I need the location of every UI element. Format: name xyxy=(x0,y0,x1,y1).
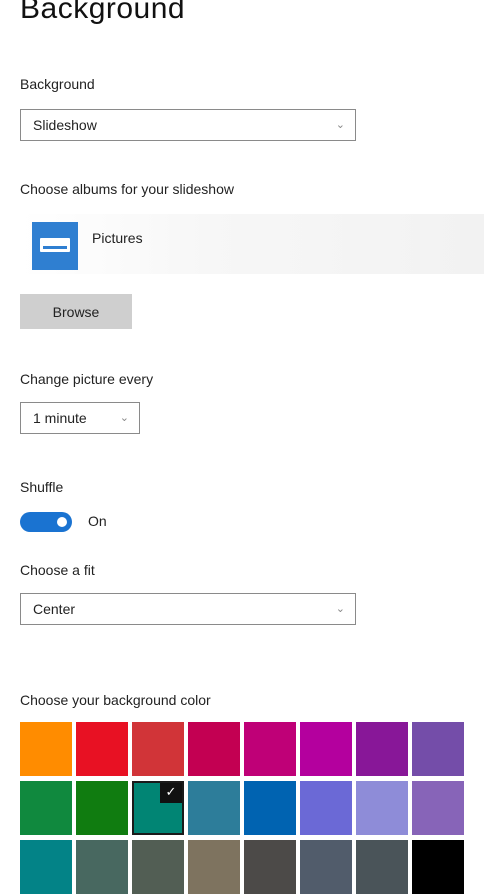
color-swatch[interactable] xyxy=(356,722,408,776)
browse-button[interactable]: Browse xyxy=(20,294,132,329)
background-dropdown-value: Slideshow xyxy=(33,117,97,133)
album-name: Pictures xyxy=(92,230,143,246)
page-title: Background xyxy=(20,0,186,25)
folder-pictures-icon xyxy=(32,222,78,270)
background-dropdown[interactable]: Slideshow ⌄ xyxy=(20,109,356,141)
color-swatch[interactable] xyxy=(300,840,352,894)
color-label: Choose your background color xyxy=(20,692,211,708)
color-swatch-grid: ✓ xyxy=(20,722,464,894)
color-swatch[interactable] xyxy=(76,781,128,835)
color-swatch[interactable] xyxy=(20,840,72,894)
color-swatch[interactable] xyxy=(244,840,296,894)
color-swatch[interactable] xyxy=(356,781,408,835)
shuffle-toggle[interactable] xyxy=(20,512,72,532)
color-swatch[interactable] xyxy=(412,840,464,894)
color-swatch[interactable] xyxy=(356,840,408,894)
color-swatch[interactable] xyxy=(412,722,464,776)
checkmark-icon: ✓ xyxy=(160,783,182,803)
shuffle-state: On xyxy=(88,513,107,529)
color-swatch[interactable] xyxy=(300,722,352,776)
fit-dropdown-value: Center xyxy=(33,601,76,617)
color-swatch[interactable] xyxy=(188,781,240,835)
color-swatch[interactable]: ✓ xyxy=(132,781,184,835)
albums-label: Choose albums for your slideshow xyxy=(20,181,234,197)
shuffle-label: Shuffle xyxy=(20,479,64,495)
color-swatch[interactable] xyxy=(132,722,184,776)
color-swatch[interactable] xyxy=(188,840,240,894)
color-swatch[interactable] xyxy=(76,722,128,776)
interval-label: Change picture every xyxy=(20,371,154,387)
color-swatch[interactable] xyxy=(244,722,296,776)
album-item-pictures[interactable]: Pictures xyxy=(20,214,484,274)
interval-dropdown[interactable]: 1 minute ⌄ xyxy=(20,402,140,434)
fit-dropdown[interactable]: Center ⌄ xyxy=(20,593,356,625)
color-swatch[interactable] xyxy=(132,840,184,894)
toggle-knob xyxy=(57,517,67,527)
background-label: Background xyxy=(20,76,95,92)
color-swatch[interactable] xyxy=(300,781,352,835)
color-swatch[interactable] xyxy=(20,722,72,776)
fit-label: Choose a fit xyxy=(20,562,95,578)
color-swatch[interactable] xyxy=(244,781,296,835)
interval-dropdown-value: 1 minute xyxy=(33,410,87,426)
color-swatch[interactable] xyxy=(76,840,128,894)
color-swatch[interactable] xyxy=(412,781,464,835)
chevron-down-icon: ⌄ xyxy=(335,603,345,615)
chevron-down-icon: ⌄ xyxy=(119,412,129,424)
color-swatch[interactable] xyxy=(188,722,240,776)
color-swatch[interactable] xyxy=(20,781,72,835)
chevron-down-icon: ⌄ xyxy=(335,119,345,131)
